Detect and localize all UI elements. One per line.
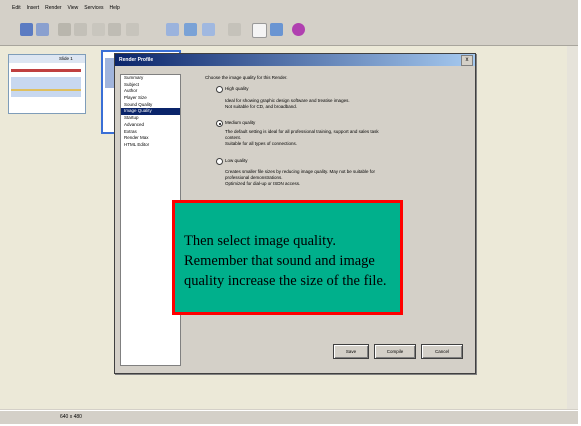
- vertical-scrollbar[interactable]: [567, 46, 578, 409]
- nav-render-max[interactable]: Render Max: [121, 135, 180, 142]
- open-icon[interactable]: [20, 23, 33, 36]
- high-quality-desc: Ideal for showing graphic design softwar…: [225, 98, 350, 103]
- nav-summary[interactable]: Summary: [121, 75, 180, 82]
- thumbnail-header: [9, 55, 85, 63]
- preview-icon[interactable]: [270, 23, 283, 36]
- medium-quality-desc: The default setting is ideal for all pro…: [225, 129, 379, 134]
- caption-icon[interactable]: [202, 23, 215, 36]
- nav-player-size[interactable]: Player Size: [121, 95, 180, 102]
- thumbnail-bar: [11, 69, 81, 72]
- nav-sound-quality[interactable]: Sound Quality: [121, 102, 180, 109]
- nav-author[interactable]: Author: [121, 88, 180, 95]
- menu-services[interactable]: Services: [84, 5, 103, 11]
- menu-edit[interactable]: Edit: [12, 5, 21, 11]
- compile-button[interactable]: Compile: [374, 344, 416, 359]
- nav-subject[interactable]: Subject: [121, 82, 180, 89]
- low-quality-desc: professional demonstrations.: [225, 175, 283, 180]
- close-icon[interactable]: x: [461, 55, 473, 66]
- low-quality-desc: Creates smaller file sizes by reducing i…: [225, 169, 375, 174]
- slide-thumbnail-1[interactable]: Slide 1: [8, 54, 86, 114]
- medium-quality-desc: content.: [225, 135, 242, 140]
- intro-text: Choose the image quality for this Render…: [205, 75, 288, 80]
- nav-html-editor[interactable]: HTML Editor: [121, 142, 180, 149]
- record-icon[interactable]: [108, 23, 121, 36]
- thumbnail-content: [11, 77, 81, 97]
- sound-icon[interactable]: [228, 23, 241, 36]
- high-quality-label: High quality: [225, 86, 249, 91]
- save-icon[interactable]: [36, 23, 49, 36]
- image-icon[interactable]: [166, 23, 179, 36]
- nav-advanced[interactable]: Advanced: [121, 122, 180, 129]
- high-quality-radio[interactable]: [216, 86, 223, 93]
- callout-text: Then select image quality. Remember that…: [184, 233, 387, 289]
- cut-icon[interactable]: [58, 23, 71, 36]
- high-quality-desc: Not suitable for CD, and broadband.: [225, 104, 298, 109]
- nav-startup[interactable]: Startup: [121, 115, 180, 122]
- cancel-button[interactable]: Cancel: [421, 344, 463, 359]
- menu-render[interactable]: Render: [45, 5, 61, 11]
- low-quality-label: Low quality: [225, 158, 248, 163]
- low-quality-desc: Optimized for dial-up or ISDN access.: [225, 181, 301, 186]
- status-size: 640 x 480: [60, 414, 82, 420]
- thumbnail-label: Slide 1: [59, 56, 73, 61]
- medium-quality-label: Medium quality: [225, 120, 256, 125]
- menu-bar: Edit Insert Render View Services Help: [0, 0, 578, 15]
- page-icon[interactable]: [252, 23, 267, 38]
- publish-icon[interactable]: [292, 23, 305, 36]
- medium-quality-desc: Suitable for all types of connections.: [225, 141, 298, 146]
- slide-icon[interactable]: [126, 23, 139, 36]
- menu-view[interactable]: View: [68, 5, 79, 11]
- toolbar: [0, 15, 578, 46]
- nav-extras[interactable]: Extras: [121, 129, 180, 136]
- paste-icon[interactable]: [92, 23, 105, 36]
- nav-image-quality[interactable]: Image Quality: [121, 108, 180, 116]
- menu-insert[interactable]: Insert: [27, 5, 40, 11]
- status-bar: 640 x 480: [0, 410, 578, 424]
- save-button[interactable]: Save: [333, 344, 369, 359]
- thumbnail-stripe: [11, 89, 81, 91]
- copy-icon[interactable]: [74, 23, 87, 36]
- layout-icon[interactable]: [184, 23, 197, 36]
- dialog-title: Render Profile: [115, 54, 475, 66]
- low-quality-radio[interactable]: [216, 158, 223, 165]
- medium-quality-radio[interactable]: [216, 120, 223, 127]
- menu-help[interactable]: Help: [109, 5, 119, 11]
